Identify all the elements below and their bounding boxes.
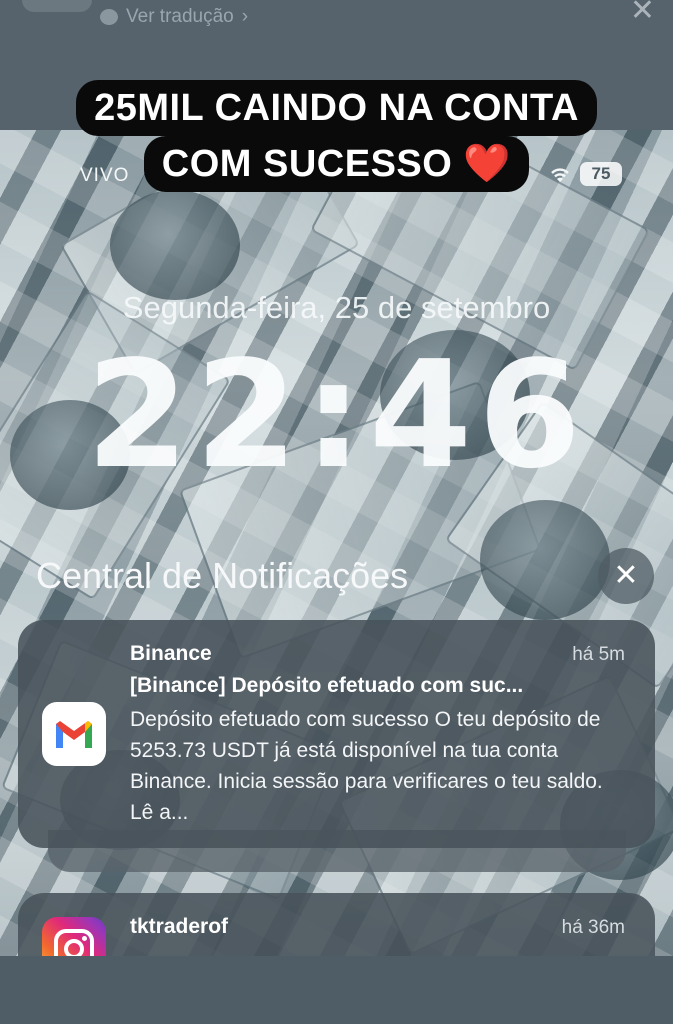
caption-line-1: 25MIL CAINDO NA CONTA bbox=[76, 80, 597, 136]
translate-label: Ver tradução bbox=[126, 6, 234, 27]
story-progress-thumb bbox=[22, 0, 92, 12]
lockscreen-date: Segunda-feira, 25 de setembro bbox=[122, 290, 551, 325]
notification-time: há 5m bbox=[572, 644, 625, 665]
notification-title: [Binance] Depósito efetuado com suc... bbox=[130, 674, 524, 697]
notification-body: Depósito efetuado com sucesso O teu depó… bbox=[130, 708, 603, 824]
lockscreen-time: 22:46 bbox=[85, 329, 588, 501]
story-bottom-bar bbox=[0, 956, 673, 1024]
chevron-right-icon: › bbox=[241, 6, 249, 27]
close-icon[interactable]: ✕ bbox=[630, 0, 655, 26]
notification-card[interactable]: Binance há 5m [Binance] Depósito efetuad… bbox=[18, 620, 655, 848]
story-caption: 25MIL CAINDO NA CONTA COM SUCESSO ❤️ bbox=[0, 80, 673, 192]
caption-line-2: COM SUCESSO ❤️ bbox=[143, 136, 530, 192]
notification-app-name: tktraderof bbox=[130, 915, 229, 938]
speech-bubble-icon bbox=[100, 9, 118, 25]
notification-center-title: Central de Notificações bbox=[36, 555, 409, 596]
clear-notifications-button[interactable]: ✕ bbox=[598, 548, 654, 604]
caption-text: COM SUCESSO bbox=[161, 143, 453, 185]
notification-time: há 36m bbox=[561, 917, 625, 938]
gmail-icon bbox=[42, 702, 106, 766]
translate-link[interactable]: Ver tradução › bbox=[100, 6, 248, 28]
notification-app-name: Binance bbox=[130, 642, 212, 665]
heart-icon: ❤️ bbox=[463, 143, 512, 185]
